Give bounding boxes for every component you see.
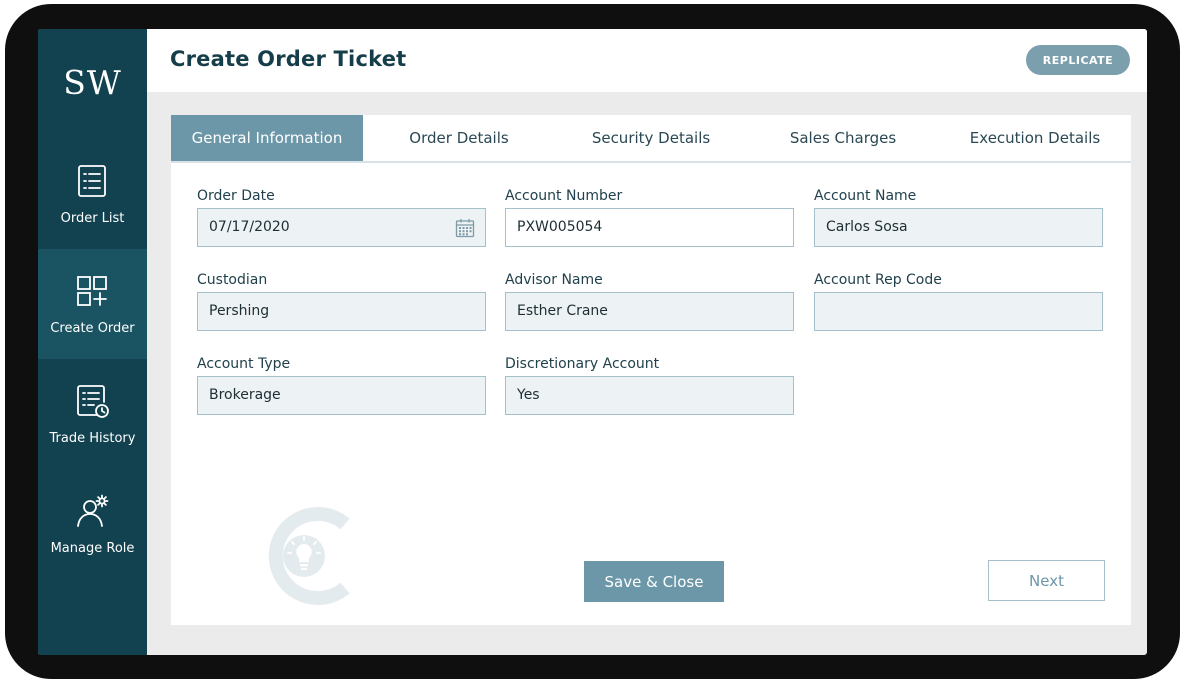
account-number-field[interactable]: PXW005054 — [505, 208, 794, 247]
app-window: SW Order List Create Order Trade History… — [38, 29, 1147, 655]
manage-role-icon — [75, 494, 109, 528]
account-number-label: Account Number — [505, 188, 623, 204]
account-type-label: Account Type — [197, 356, 291, 372]
advisor-name-label: Advisor Name — [505, 272, 603, 288]
watermark-logo — [257, 506, 353, 606]
sidebar: SW Order List Create Order Trade History… — [38, 29, 147, 655]
header: Create Order Ticket REPLICATE — [147, 29, 1147, 92]
sidebar-item-order-list[interactable]: Order List — [38, 139, 147, 249]
account-name-field[interactable]: Carlos Sosa — [814, 208, 1103, 247]
replicate-button[interactable]: REPLICATE — [1026, 45, 1130, 75]
discretionary-account-label: Discretionary Account — [505, 356, 660, 372]
create-order-icon — [75, 274, 109, 308]
account-type-field[interactable]: Brokerage — [197, 376, 486, 415]
sidebar-item-create-order[interactable]: Create Order — [38, 249, 147, 359]
tab-order-details[interactable]: Order Details — [363, 115, 555, 161]
order-date-field[interactable]: 07/17/2020 — [197, 208, 486, 247]
order-date-value: 07/17/2020 — [209, 219, 290, 235]
save-close-button[interactable]: Save & Close — [584, 561, 724, 602]
sidebar-item-label: Manage Role — [50, 541, 135, 556]
page-title: Create Order Ticket — [170, 47, 407, 71]
account-name-label: Account Name — [814, 188, 917, 204]
order-form-card: General Information Order Details Securi… — [171, 115, 1131, 625]
calendar-icon[interactable] — [455, 218, 475, 238]
account-rep-code-label: Account Rep Code — [814, 272, 942, 288]
account-rep-code-field[interactable] — [814, 292, 1103, 331]
tab-bar: General Information Order Details Securi… — [171, 115, 1131, 163]
next-button[interactable]: Next — [988, 560, 1105, 601]
sidebar-item-trade-history[interactable]: Trade History — [38, 359, 147, 469]
list-icon — [75, 164, 109, 198]
app-logo: SW — [63, 63, 122, 102]
custodian-label: Custodian — [197, 272, 268, 288]
trade-history-icon — [75, 384, 109, 418]
sidebar-item-manage-role[interactable]: Manage Role — [38, 469, 147, 579]
sidebar-item-label: Trade History — [49, 431, 136, 446]
custodian-field[interactable]: Pershing — [197, 292, 486, 331]
tab-execution-details[interactable]: Execution Details — [939, 115, 1131, 161]
advisor-name-field[interactable]: Esther Crane — [505, 292, 794, 331]
sidebar-item-label: Order List — [60, 211, 125, 226]
tab-sales-charges[interactable]: Sales Charges — [747, 115, 939, 161]
tab-security-details[interactable]: Security Details — [555, 115, 747, 161]
order-date-label: Order Date — [197, 188, 275, 204]
discretionary-account-field[interactable]: Yes — [505, 376, 794, 415]
sidebar-item-label: Create Order — [50, 321, 135, 336]
tab-general-information[interactable]: General Information — [171, 115, 363, 161]
